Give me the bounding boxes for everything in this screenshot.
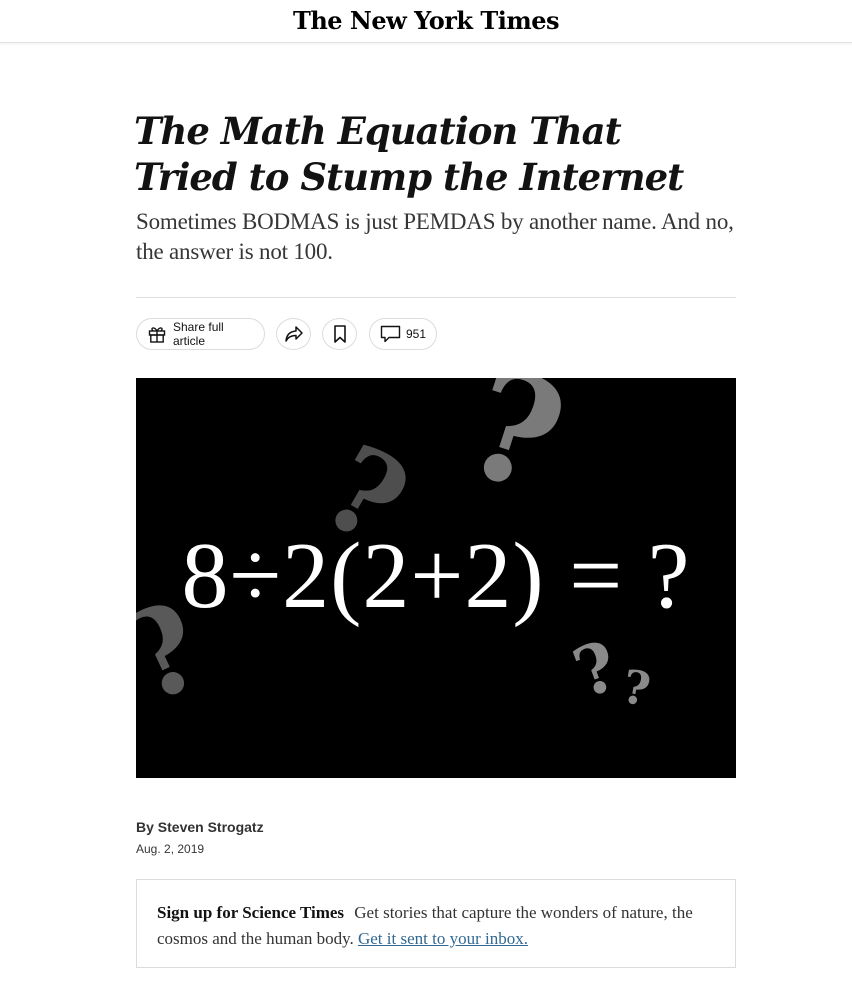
newsletter-signup-link[interactable]: Get it sent to your inbox. [358,929,528,948]
article-headline: The Math Equation That Tried to Stump th… [134,109,684,199]
bookmark-icon [333,325,347,343]
hero-equation: 8÷2(2+2) = ? [181,524,691,628]
author-link[interactable]: Steven Strogatz [158,819,264,835]
masthead: The New York Times [0,0,852,43]
comment-icon [380,325,401,343]
gift-icon [147,324,167,344]
nyt-logo[interactable]: The New York Times [0,6,852,35]
question-mark-decoration: ? [618,659,655,717]
question-mark-decoration: ? [445,378,584,529]
article-summary: Sometimes BODMAS is just PEMDAS by anoth… [136,209,734,264]
comment-count: 951 [405,327,427,341]
question-mark-decoration: ? [563,625,629,715]
hero-image[interactable]: ? ? ? ? ? 8÷2(2+2) = ? [136,378,736,778]
masthead-divider [0,43,852,46]
byline: By Steven Strogatz [136,819,264,835]
newsletter-title: Sign up for Science Times [157,903,345,922]
comments-button[interactable]: 951 [369,318,437,350]
byline-prefix: By [136,819,154,835]
share-full-article-button[interactable]: Share full article [136,318,265,350]
share-button[interactable] [276,318,311,350]
share-full-article-label: Share full article [173,320,224,348]
summary-divider [136,297,736,298]
save-button[interactable] [322,318,357,350]
newsletter-promo: Sign up for Science Times Get stories th… [136,879,736,968]
publish-date: Aug. 2, 2019 [136,842,205,856]
share-icon [284,325,304,343]
